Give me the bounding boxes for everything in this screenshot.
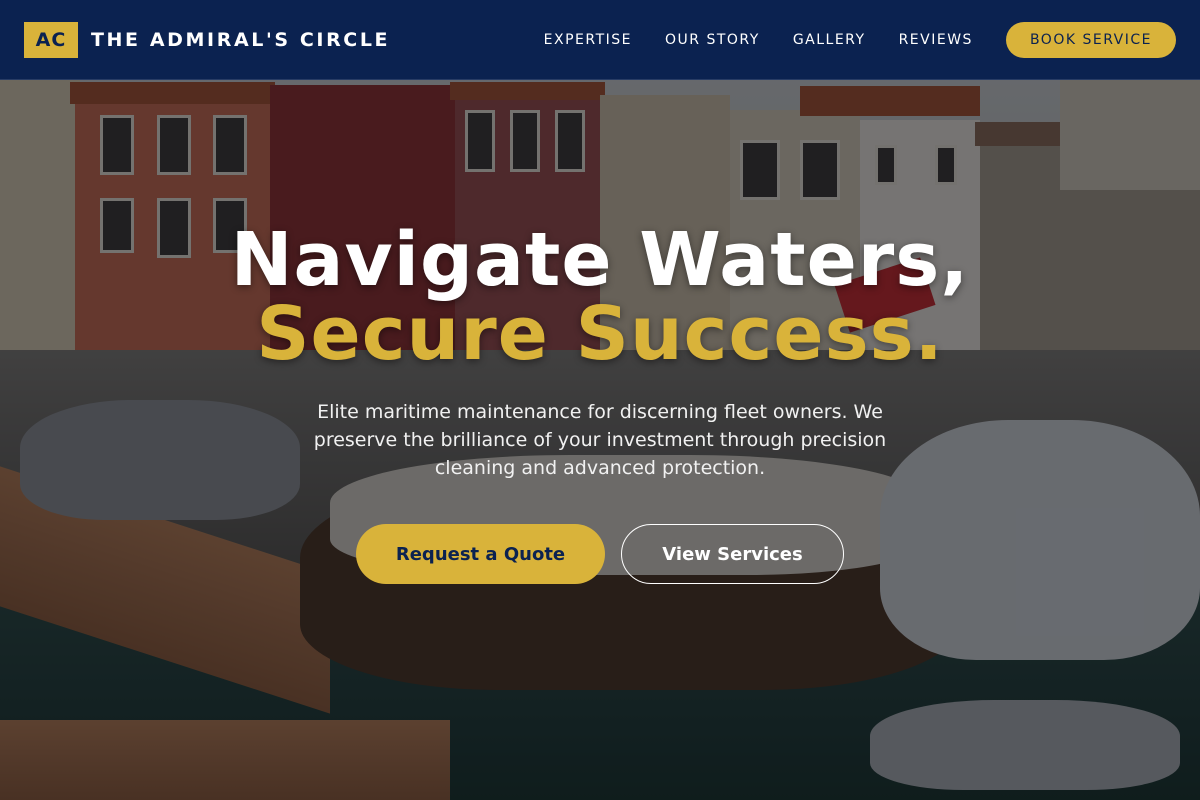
- hero-headline: Navigate Waters, Secure Success.: [230, 217, 970, 377]
- logo-mark: AC: [24, 21, 78, 58]
- request-quote-button[interactable]: Request a Quote: [356, 524, 605, 584]
- brand[interactable]: AC THE ADMIRAL'S CIRCLE: [24, 21, 391, 58]
- book-service-button[interactable]: BOOK SERVICE: [1005, 21, 1176, 58]
- nav-link-our-story[interactable]: OUR STORY: [665, 32, 760, 48]
- hero-headline-line1: Navigate Waters,: [230, 217, 970, 303]
- hero-section: Navigate Waters, Secure Success. Elite m…: [0, 222, 1200, 584]
- nav-link-expertise[interactable]: EXPERTISE: [544, 32, 632, 48]
- site-header: AC THE ADMIRAL'S CIRCLE EXPERTISE OUR ST…: [0, 0, 1200, 80]
- hero-headline-line2: Secure Success.: [256, 291, 944, 377]
- main-nav: EXPERTISE OUR STORY GALLERY REVIEWS BOOK…: [544, 21, 1176, 58]
- brand-name: THE ADMIRAL'S CIRCLE: [91, 28, 391, 51]
- nav-link-reviews[interactable]: REVIEWS: [899, 32, 973, 48]
- view-services-button[interactable]: View Services: [621, 524, 844, 584]
- nav-link-gallery[interactable]: GALLERY: [793, 32, 866, 48]
- hero-subtitle: Elite maritime maintenance for discernin…: [313, 401, 887, 479]
- hero-cta-row: Request a Quote View Services: [356, 524, 844, 584]
